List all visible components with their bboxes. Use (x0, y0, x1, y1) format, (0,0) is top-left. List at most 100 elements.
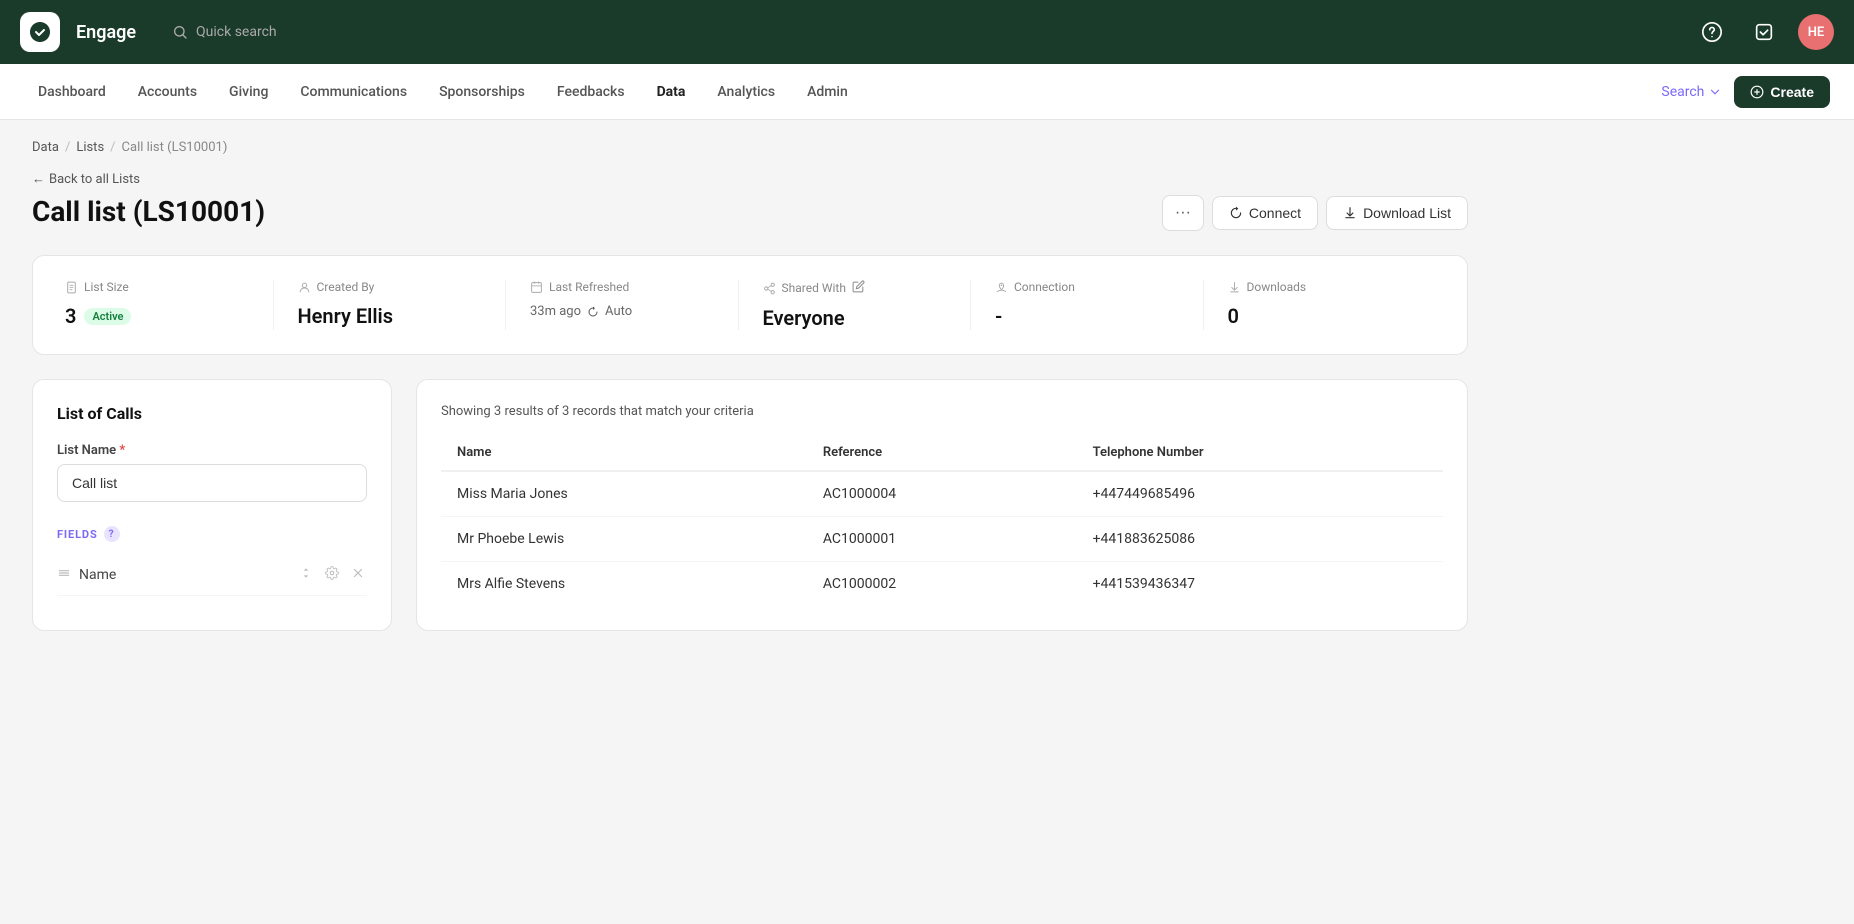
app-name: Engage (76, 22, 136, 43)
search-label: Search (1661, 84, 1704, 100)
connection-label: Connection (995, 280, 1179, 294)
created-by-label: Created By (298, 280, 482, 294)
create-button[interactable]: Create (1734, 76, 1830, 108)
last-refreshed-value: 33m ago Auto (530, 304, 714, 319)
nav-analytics[interactable]: Analytics (703, 76, 789, 108)
cell-telephone: +441883625086 (1077, 517, 1443, 562)
list-name-input[interactable] (57, 464, 367, 502)
data-table: Name Reference Telephone Number Miss Mar… (441, 435, 1443, 606)
back-link[interactable]: ← Back to all Lists (32, 171, 1468, 187)
nav-giving[interactable]: Giving (215, 76, 282, 108)
stat-created-by: Created By Henry Ellis (273, 280, 506, 330)
back-link-label: Back to all Lists (49, 172, 140, 187)
nav-sponsorships[interactable]: Sponsorships (425, 76, 539, 108)
bottom-section: List of Calls List Name * FIELDS ? Name (32, 379, 1468, 631)
required-indicator: * (119, 443, 125, 458)
cell-reference: AC1000004 (807, 471, 1077, 517)
field-settings-button[interactable] (323, 564, 341, 585)
downloads-icon (1228, 281, 1241, 294)
breadcrumb-sep-1: / (65, 140, 70, 155)
cell-telephone: +447449685496 (1077, 471, 1443, 517)
gear-icon (325, 566, 339, 580)
arrows-icon (299, 566, 313, 580)
connection-value: - (995, 304, 1179, 328)
stat-connection: Connection - (970, 280, 1203, 330)
nav-data[interactable]: Data (643, 76, 700, 108)
topbar: Engage Quick search HE (0, 0, 1854, 64)
download-list-button[interactable]: Download List (1326, 196, 1468, 230)
chevron-down-icon (1708, 85, 1722, 99)
share-icon (763, 282, 776, 295)
last-refreshed-label: Last Refreshed (530, 280, 714, 294)
stat-last-refreshed: Last Refreshed 33m ago Auto (505, 280, 738, 330)
cell-reference: AC1000002 (807, 562, 1077, 607)
more-options-button[interactable]: ··· (1162, 195, 1204, 231)
secondary-nav: Dashboard Accounts Giving Communications… (0, 64, 1854, 120)
fields-help-icon[interactable]: ? (104, 526, 120, 542)
breadcrumb-sep-2: / (110, 140, 115, 155)
breadcrumb-current: Call list (LS10001) (122, 140, 228, 155)
create-label: Create (1770, 84, 1814, 100)
nav-feedbacks[interactable]: Feedbacks (543, 76, 639, 108)
main-content: Data / Lists / Call list (LS10001) ← Bac… (0, 120, 1500, 651)
field-move-button[interactable] (297, 564, 315, 585)
downloads-label: Downloads (1228, 280, 1412, 294)
close-icon (351, 566, 365, 580)
stat-list-size: List Size 3 Active (65, 280, 273, 330)
edit-icon (852, 280, 865, 293)
list-size-value: 3 Active (65, 304, 249, 328)
cell-name: Miss Maria Jones (441, 471, 807, 517)
connect-icon (1229, 206, 1243, 220)
shared-with-edit-button[interactable] (852, 280, 865, 296)
results-info: Showing 3 results of 3 records that matc… (441, 404, 1443, 419)
download-icon (1343, 206, 1357, 220)
left-panel-title: List of Calls (57, 404, 367, 423)
quick-search[interactable]: Quick search (172, 24, 1678, 40)
cell-name: Mrs Alfie Stevens (441, 562, 807, 607)
table-row: Mrs Alfie Stevens AC1000002 +44153943634… (441, 562, 1443, 607)
download-list-label: Download List (1363, 205, 1451, 221)
avatar[interactable]: HE (1798, 14, 1834, 50)
main-nav: Dashboard Accounts Giving Communications… (24, 76, 862, 108)
breadcrumb-data[interactable]: Data (32, 140, 59, 155)
table-row: Miss Maria Jones AC1000004 +447449685496 (441, 471, 1443, 517)
connect-label: Connect (1249, 205, 1301, 221)
field-name-label: Name (79, 567, 116, 583)
shared-with-label: Shared With (763, 280, 947, 296)
list-size-label: List Size (65, 280, 249, 294)
plus-icon (1750, 85, 1764, 99)
fields-section-label: FIELDS ? (57, 526, 367, 542)
shared-with-value: Everyone (763, 306, 947, 330)
right-panel: Showing 3 results of 3 records that matc… (416, 379, 1468, 631)
nav-admin[interactable]: Admin (793, 76, 862, 108)
col-name: Name (441, 435, 807, 471)
nav-communications[interactable]: Communications (286, 76, 421, 108)
table-row: Mr Phoebe Lewis AC1000001 +441883625086 (441, 517, 1443, 562)
stat-downloads: Downloads 0 (1203, 280, 1436, 330)
nav-dashboard[interactable]: Dashboard (24, 76, 120, 108)
col-reference: Reference (807, 435, 1077, 471)
page-title: Call list (LS10001) (32, 195, 265, 228)
search-dropdown[interactable]: Search (1661, 84, 1722, 100)
breadcrumb: Data / Lists / Call list (LS10001) (32, 140, 1468, 155)
connect-button[interactable]: Connect (1212, 196, 1318, 230)
breadcrumb-lists[interactable]: Lists (76, 140, 104, 155)
downloads-value: 0 (1228, 304, 1412, 328)
clock-icon (530, 281, 543, 294)
active-badge: Active (84, 308, 131, 325)
field-remove-button[interactable] (349, 564, 367, 585)
topbar-actions: HE (1694, 14, 1834, 50)
tasks-button[interactable] (1746, 14, 1782, 50)
page-header: Call list (LS10001) ··· Connect (32, 195, 1468, 231)
app-logo (20, 12, 60, 52)
created-by-value: Henry Ellis (298, 304, 482, 328)
col-telephone: Telephone Number (1077, 435, 1443, 471)
help-button[interactable] (1694, 14, 1730, 50)
quick-search-label: Quick search (196, 24, 277, 40)
page-actions: ··· Connect Download List (1162, 195, 1468, 231)
field-row-name: Name (57, 554, 367, 596)
search-icon (172, 24, 188, 40)
refresh-icon (587, 306, 599, 318)
more-icon: ··· (1175, 204, 1191, 221)
nav-accounts[interactable]: Accounts (124, 76, 211, 108)
